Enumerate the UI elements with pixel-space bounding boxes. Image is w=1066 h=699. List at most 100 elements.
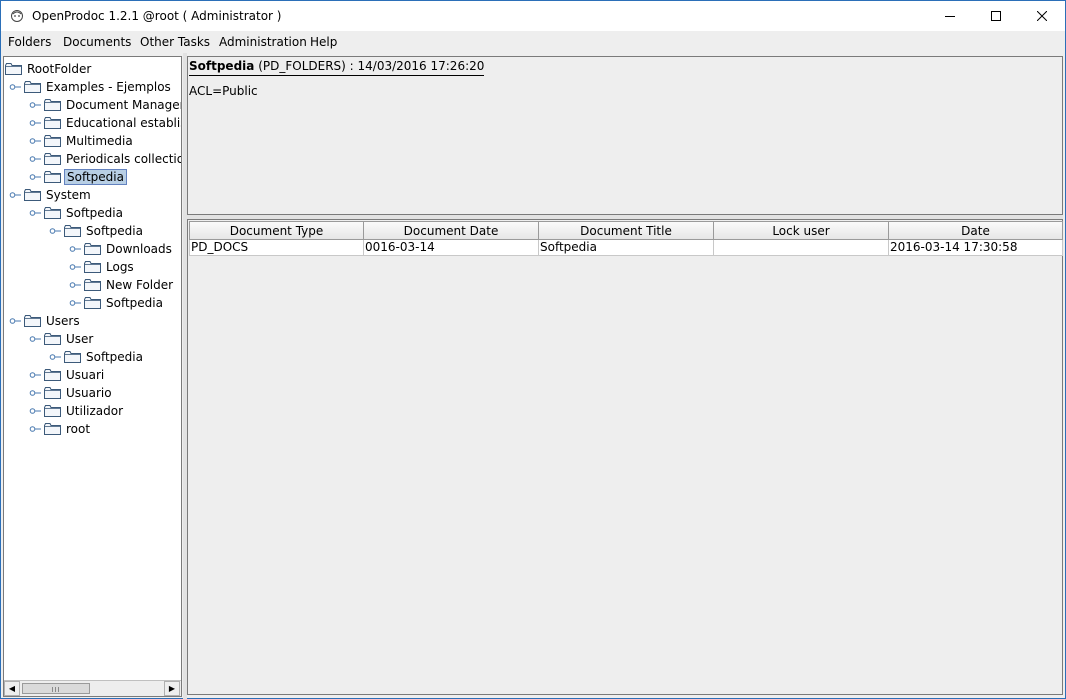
tree-node[interactable]: Softpedia [29,204,125,222]
tree-node[interactable]: Softpedia [49,348,145,366]
folder-icon [5,63,22,75]
tree-node[interactable]: root [29,420,92,438]
tree-expand-handle-icon[interactable] [29,420,41,438]
tree-node[interactable]: Users [9,312,82,330]
tree-node[interactable]: Multimedia [29,132,135,150]
openprodoc-app-icon [11,10,23,22]
folder-icon [44,117,61,129]
tree-expand-handle-icon[interactable] [49,222,61,240]
menu-administration[interactable]: Administration [219,35,307,49]
tree-expand-handle-icon[interactable] [29,330,41,348]
table-row[interactable]: PD_DOCS 0016-03-14 Softpedia 2016-03-14 … [189,240,1063,256]
tree-expand-handle-icon[interactable] [69,258,81,276]
tree-expand-handle-icon[interactable] [29,132,41,150]
close-icon [1037,11,1047,21]
tree-node-label: Softpedia [106,296,163,310]
column-header-document-title[interactable]: Document Title [539,221,714,240]
tree-node-label: RootFolder [27,62,92,76]
tree-node[interactable]: Downloads [69,240,174,258]
folder-tree[interactable]: RootFolder Examples - Ejemplos Document Ma… [3,56,182,697]
folder-info-name: Softpedia [189,59,255,73]
folder-icon [44,423,61,435]
scroll-right-arrow-icon[interactable]: ▶ [164,681,180,696]
tree-expand-handle-icon[interactable] [69,240,81,258]
tree-node[interactable]: Softpedia [29,168,127,186]
table-cell: Softpedia [539,240,714,256]
tree-node[interactable]: Logs [69,258,136,276]
folder-icon [64,351,81,363]
tree-node[interactable]: Periodicals collection [29,150,182,168]
folder-icon [44,171,61,183]
tree-node-label: Softpedia [66,206,123,220]
folder-icon [44,369,61,381]
tree-horizontal-scrollbar[interactable]: ◀ ▶ [4,680,181,696]
tree-node[interactable]: Examples - Ejemplos [9,78,173,96]
tree-expand-handle-icon[interactable] [29,150,41,168]
tree-node[interactable]: Document Managem [29,96,182,114]
tree-expand-handle-icon[interactable] [29,96,41,114]
folder-icon [44,135,61,147]
tree-expand-handle-icon[interactable] [9,312,21,330]
tree-node-label: Users [46,314,80,328]
column-header-lock-user[interactable]: Lock user [714,221,889,240]
main-area: RootFolder Examples - Ejemplos Document Ma… [0,53,1066,699]
table-body: PD_DOCS 0016-03-14 Softpedia 2016-03-14 … [189,240,1063,256]
tree-expand-handle-icon[interactable] [69,276,81,294]
maximize-icon [991,11,1001,21]
tree-node[interactable]: Utilizador [29,402,125,420]
tree-node-label: Document Managem [66,98,182,112]
menu-bar: Folders Documents Other Tasks Administra… [0,31,1066,53]
folder-info-header: Softpedia (PD_FOLDERS) : 14/03/2016 17:2… [189,59,485,76]
tree-node[interactable]: Softpedia [69,294,165,312]
tree-node[interactable]: New Folder [69,276,175,294]
tree-node-label: Softpedia [86,350,143,364]
column-header-document-date[interactable]: Document Date [364,221,539,240]
tree-node[interactable]: User [29,330,95,348]
grip-line [52,687,53,692]
tree-expand-handle-icon[interactable] [29,114,41,132]
maximize-button[interactable] [973,1,1019,31]
tree-node-label: Usuario [66,386,112,400]
tree-node[interactable]: System [9,186,93,204]
tree-expand-handle-icon[interactable] [69,294,81,312]
tree-node-label: Multimedia [66,134,133,148]
folder-icon [44,333,61,345]
menu-help[interactable]: Help [310,35,337,49]
folder-icon [24,189,41,201]
tree-node[interactable]: Softpedia [49,222,145,240]
column-header-date[interactable]: Date [889,221,1063,240]
grip-line [58,687,59,692]
minimize-button[interactable] [927,1,973,31]
folder-icon [44,387,61,399]
tree-node-label: root [66,422,91,436]
tree-node-label: Periodicals collection [66,152,182,166]
tree-expand-handle-icon[interactable] [29,402,41,420]
folder-icon [24,81,41,93]
tree-expand-handle-icon[interactable] [29,204,41,222]
table-header: Document Type Document Date Document Tit… [189,221,1063,240]
tree-node-label: Usuari [66,368,105,382]
minimize-icon [945,16,955,17]
tree-expand-handle-icon[interactable] [9,78,21,96]
folder-icon [44,207,61,219]
table-cell [714,240,889,256]
tree-expand-handle-icon[interactable] [49,348,61,366]
close-button[interactable] [1019,1,1065,31]
tree-node-label: System [46,188,91,202]
tree-expand-handle-icon[interactable] [29,384,41,402]
scroll-left-arrow-icon[interactable]: ◀ [4,681,20,696]
table-cell: PD_DOCS [189,240,364,256]
tree-expand-handle-icon[interactable] [9,186,21,204]
tree-expand-handle-icon[interactable] [29,168,41,186]
tree-node[interactable]: Usuario [29,384,114,402]
tree-node[interactable]: Educational establish [29,114,181,132]
tree-expand-handle-icon[interactable] [29,366,41,384]
column-header-document-type[interactable]: Document Type [189,221,364,240]
tree-node-label: Utilizador [66,404,124,418]
tree-node[interactable]: Usuari [29,366,106,384]
scroll-thumb[interactable] [22,683,90,694]
menu-other-tasks[interactable]: Other Tasks [140,35,210,49]
tree-node[interactable]: RootFolder [5,60,93,78]
menu-documents[interactable]: Documents [63,35,131,49]
menu-folders[interactable]: Folders [8,35,51,49]
